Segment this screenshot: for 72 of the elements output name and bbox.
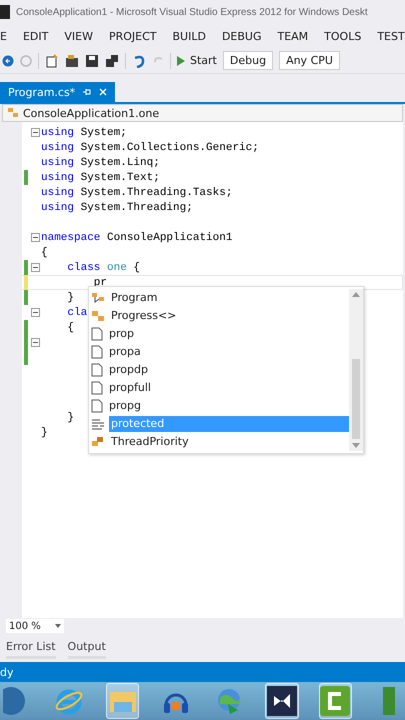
menu-item[interactable]: PROJECT bbox=[100, 30, 164, 42]
close-icon[interactable] bbox=[99, 88, 108, 96]
configuration-dropdown[interactable]: Debug bbox=[222, 51, 274, 70]
zoom-dropdown[interactable]: 100 % bbox=[6, 619, 64, 633]
menu-item[interactable]: TEST bbox=[369, 30, 405, 42]
navigation-dropdown[interactable]: ConsoleApplication1.one bbox=[2, 104, 403, 122]
collapse-icon[interactable] bbox=[31, 308, 40, 317]
platform-dropdown[interactable]: Any CPU bbox=[279, 51, 340, 70]
class-icon bbox=[91, 309, 105, 323]
completion-item[interactable]: propfull bbox=[107, 380, 151, 396]
keyword-icon bbox=[91, 418, 105, 430]
app-logo-icon bbox=[0, 5, 10, 19]
completion-item[interactable]: prop bbox=[107, 326, 134, 342]
code-line: using System; bbox=[41, 126, 127, 138]
snippet-icon bbox=[91, 327, 103, 341]
snippet-icon bbox=[91, 345, 103, 359]
snippet-icon bbox=[91, 363, 103, 377]
panel-tab[interactable]: Output bbox=[68, 637, 106, 659]
collapse-icon[interactable] bbox=[31, 338, 40, 347]
code-line: using System.Linq; bbox=[41, 156, 160, 168]
snippet-icon bbox=[91, 399, 103, 413]
menu-item[interactable]: TOOLS bbox=[316, 30, 370, 42]
completion-item[interactable]: Progress<> bbox=[109, 308, 176, 324]
menu-item[interactable]: BUILD bbox=[164, 30, 214, 42]
scrollbar-thumb[interactable] bbox=[352, 359, 360, 439]
code-line: using System.Collections.Generic; bbox=[41, 142, 259, 154]
class-icon bbox=[91, 291, 105, 305]
scroll-down-icon[interactable] bbox=[352, 443, 360, 448]
snippet-icon bbox=[91, 381, 103, 395]
code-line: namespace ConsoleApplication1 bbox=[41, 232, 232, 244]
scroll-up-icon[interactable] bbox=[352, 292, 360, 297]
collapse-icon[interactable] bbox=[31, 233, 40, 242]
undo-icon[interactable] bbox=[132, 54, 146, 68]
menu-item[interactable]: E bbox=[0, 30, 15, 42]
menu-item[interactable]: EDIT bbox=[14, 30, 56, 42]
status-text: dy bbox=[0, 666, 14, 678]
menu-item[interactable]: DEBUG bbox=[214, 30, 270, 42]
panel-tab[interactable]: Error List bbox=[6, 637, 56, 659]
code-line: { bbox=[41, 246, 48, 258]
completion-item[interactable]: propg bbox=[107, 398, 141, 414]
caret-icon bbox=[54, 624, 61, 628]
code-line: cla bbox=[66, 306, 88, 318]
code-line: } bbox=[66, 292, 74, 304]
window-title: ConsoleApplication1 - Microsoft Visual Studio Express 2012 for Windows Deskt bbox=[16, 6, 368, 18]
enum-icon bbox=[91, 436, 105, 448]
code-line: pr bbox=[92, 276, 108, 288]
menu-item[interactable]: TEAM bbox=[269, 30, 316, 42]
collapse-icon[interactable] bbox=[31, 128, 40, 137]
save-icon[interactable] bbox=[85, 54, 99, 68]
play-icon bbox=[177, 56, 185, 66]
back-icon[interactable] bbox=[2, 54, 14, 66]
code-line: using System.Text; bbox=[41, 172, 160, 184]
code-line: class one { bbox=[66, 262, 140, 274]
completion-item[interactable]: ThreadPriority bbox=[109, 434, 189, 450]
code-line: } bbox=[66, 412, 74, 424]
save-all-icon[interactable] bbox=[105, 54, 119, 68]
completion-item[interactable]: propa bbox=[107, 344, 141, 360]
new-project-icon[interactable] bbox=[45, 54, 59, 68]
menu-item[interactable]: VIEW bbox=[56, 30, 101, 42]
pin-icon[interactable] bbox=[83, 88, 92, 96]
completion-item[interactable]: propdp bbox=[107, 362, 148, 378]
class-icon bbox=[7, 107, 19, 119]
code-line: using System.Threading; bbox=[41, 202, 193, 214]
start-button[interactable]: Start bbox=[177, 54, 217, 67]
file-tab[interactable]: Program.cs* bbox=[0, 82, 116, 102]
scope-label: ConsoleApplication1.one bbox=[23, 106, 160, 120]
code-line: } bbox=[41, 426, 48, 438]
collapse-icon[interactable] bbox=[31, 263, 40, 272]
code-line: using System.Threading.Tasks; bbox=[41, 186, 232, 198]
open-folder-icon[interactable] bbox=[65, 54, 79, 68]
code-line: { bbox=[66, 322, 74, 334]
completion-item[interactable]: Program bbox=[109, 290, 158, 306]
